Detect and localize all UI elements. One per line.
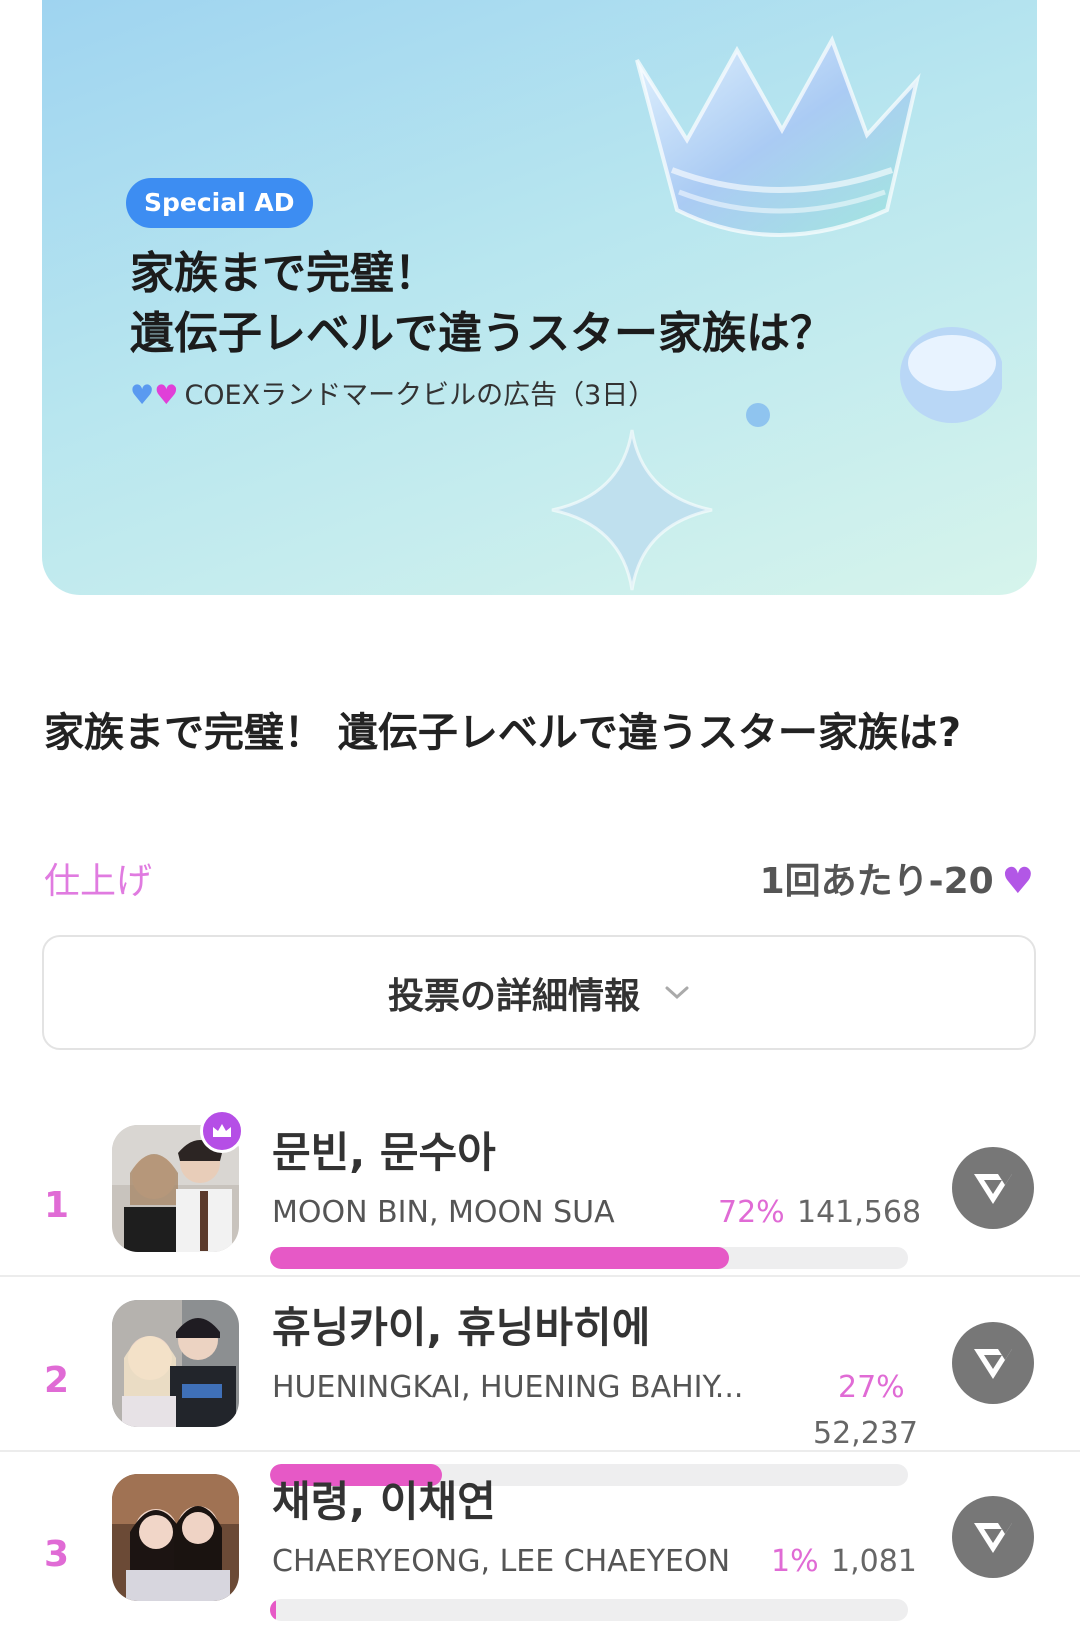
rank-number: 1 — [44, 1185, 70, 1226]
candidate-name-ko: 채령, 이채연 — [272, 1477, 496, 1526]
vote-progress-fill — [270, 1599, 277, 1621]
candidate-avatar — [112, 1474, 239, 1601]
vote-logo-icon — [974, 1349, 1012, 1379]
special-ad-badge: Special AD — [126, 178, 313, 228]
candidate-name-en: HUENINGKAI, HUENING BAHIY... — [272, 1370, 744, 1405]
vote-progress-bar — [270, 1599, 908, 1621]
ad-banner[interactable]: Special AD 家族まで完璧！ 遺伝子レベルで違うスター家族は？ ♥♥ CO… — [42, 0, 1037, 595]
vote-cost: 1回あたり-20 ♥ — [760, 852, 1034, 904]
banner-headline: 家族まで完璧！ 遺伝子レベルで違うスター家族は？ — [130, 244, 834, 364]
poll-details-label: 投票の詳細情報 — [387, 975, 640, 1017]
star-graphic — [551, 429, 713, 591]
candidate-name-en: MOON BIN, MOON SUA — [272, 1195, 615, 1230]
banner-headline-line1: 家族まで完璧！ — [130, 248, 438, 299]
vote-button[interactable] — [952, 1496, 1034, 1578]
crown-graphic — [635, 35, 921, 237]
vote-count: 52,237 — [813, 1416, 918, 1451]
rank-number: 3 — [44, 1534, 70, 1575]
heart-icon: ♥ — [1001, 861, 1034, 902]
vote-percent: 27% — [838, 1370, 905, 1405]
candidate-name-ko: 휴닝카이, 휴닝바히에 — [272, 1303, 651, 1352]
banner-subline-text: COEXランドマークビルの広告（3日） — [184, 380, 656, 411]
vote-cost-label: 1回あたり-20 — [759, 861, 994, 902]
poll-status: 仕上げ — [44, 861, 153, 902]
vote-progress-fill — [270, 1247, 730, 1269]
vote-progress-bar — [270, 1247, 908, 1269]
candidate-row[interactable]: 1 문빈, 문수아 MOON BIN, MOON SUA 72% 141,568 — [0, 1109, 1080, 1277]
vote-button[interactable] — [952, 1147, 1034, 1229]
candidate-name-en: CHAERYEONG, LEE CHAEYEON — [272, 1544, 731, 1579]
candidate-row[interactable]: 2 휴닝카이, 휴닝바히에 HUENINGKAI, HUENING BAHIY.… — [0, 1300, 1080, 1452]
vote-count: 141,568 — [797, 1195, 922, 1230]
vote-percent: 72% — [718, 1195, 785, 1230]
vote-count: 1,081 — [831, 1544, 917, 1579]
bubble-graphic — [746, 403, 770, 427]
candidate-avatar — [112, 1300, 239, 1427]
crown-icon — [200, 1109, 244, 1153]
vote-logo-icon — [974, 1174, 1012, 1204]
heart-icon: ♥♥ — [130, 380, 179, 411]
ring-graphic — [900, 327, 1002, 423]
vote-logo-icon — [974, 1523, 1012, 1553]
vote-button[interactable] — [952, 1322, 1034, 1404]
banner-subline: ♥♥ COEXランドマークビルの広告（3日） — [130, 376, 655, 416]
candidate-name-ko: 문빈, 문수아 — [272, 1128, 496, 1177]
candidate-row[interactable]: 3 채령, 이채연 CHAERYEONG, LEE CHAEYEON 1% 1,… — [0, 1474, 1080, 1638]
chevron-down-icon — [665, 986, 689, 999]
poll-title: 家族まで完璧！ 遺伝子レベルで違うスター家族は? — [44, 710, 962, 756]
rank-number: 2 — [44, 1360, 70, 1401]
poll-details-button[interactable]: 投票の詳細情報 — [42, 935, 1036, 1050]
vote-percent: 1% — [771, 1544, 819, 1579]
banner-headline-line2: 遺伝子レベルで違うスター家族は？ — [130, 308, 834, 359]
